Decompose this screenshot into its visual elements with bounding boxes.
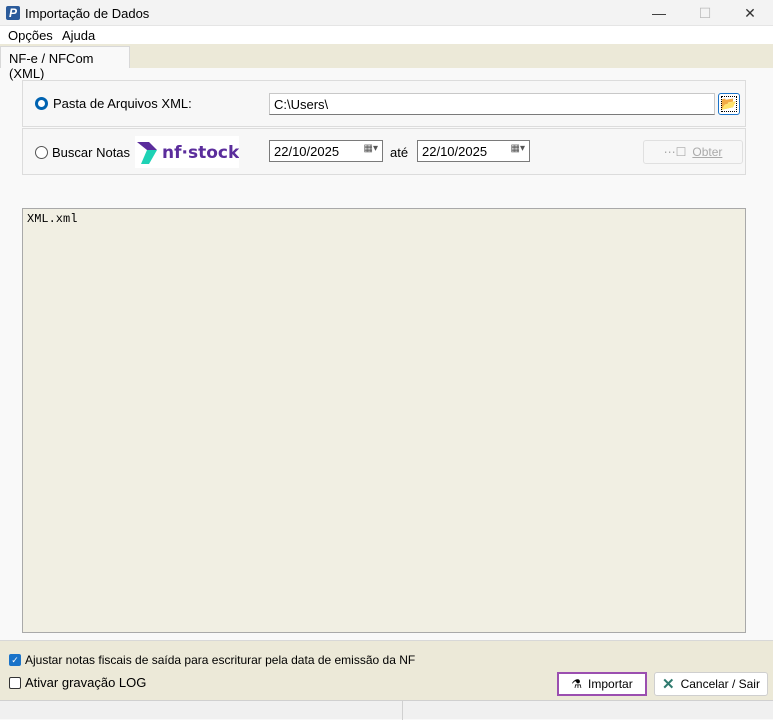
status-divider (402, 701, 403, 720)
nfstock-logo: nf·stock (135, 136, 240, 168)
date-to-value: 22/10/2025 (422, 144, 488, 159)
close-button[interactable]: ✕ (727, 0, 773, 26)
search-label: Buscar Notas (52, 145, 131, 160)
status-bar (0, 700, 773, 720)
cancel-x-icon: ✕ (662, 676, 675, 693)
folder-radio[interactable] (35, 97, 48, 110)
folder-path-input[interactable]: C:\Users\ (269, 93, 715, 115)
cancel-button[interactable]: ✕ Cancelar / Sair (654, 672, 768, 696)
calendar-dropdown-icon[interactable]: ▦▾ (511, 143, 525, 154)
bottom-panel: ✓ Ajustar notas fiscais de saída para es… (0, 640, 773, 700)
import-button[interactable]: ⚗ Importar (557, 672, 647, 696)
obter-button[interactable]: ⋯☐ Obter (643, 140, 743, 164)
title-bar: P Importação de Dados — ☐ ✕ (0, 0, 773, 26)
tab-nfe-xml[interactable]: NF-e / NFCom (XML) (0, 46, 130, 81)
date-to-picker[interactable]: 22/10/2025 ▦▾ (417, 140, 530, 162)
log-label: Ativar gravação LOG (25, 675, 147, 690)
app-icon: P (6, 6, 20, 20)
date-from-picker[interactable]: 22/10/2025 ▦▾ (269, 140, 383, 162)
minimize-button[interactable]: — (636, 0, 682, 26)
folder-label: Pasta de Arquivos XML: (53, 96, 192, 111)
search-group: Buscar Notas nf·stock 22/10/2025 ▦▾ até … (22, 128, 746, 175)
between-label: até (390, 145, 409, 160)
svg-text:nf·stock: nf·stock (162, 143, 239, 163)
window-title: Importação de Dados (25, 6, 150, 21)
log-checkbox[interactable] (9, 677, 21, 689)
adjust-label: Ajustar notas fiscais de saída para escr… (25, 653, 416, 667)
maximize-button[interactable]: ☐ (682, 0, 728, 26)
import-icon: ⚗ (571, 677, 583, 691)
obter-icon: ⋯☐ (663, 145, 687, 159)
calendar-dropdown-icon[interactable]: ▦▾ (364, 143, 378, 154)
file-list-memo[interactable]: XML.xml (22, 208, 746, 633)
menu-opcoes[interactable]: Opções (8, 28, 53, 43)
open-folder-icon[interactable]: 📂 (718, 93, 740, 115)
folder-group: Pasta de Arquivos XML: C:\Users\ 📂 (22, 80, 746, 127)
date-from-value: 22/10/2025 (274, 144, 340, 159)
adjust-checkbox[interactable]: ✓ (9, 654, 21, 666)
menu-bar: Opções Ajuda (0, 26, 773, 44)
search-radio[interactable] (35, 146, 48, 159)
menu-ajuda[interactable]: Ajuda (62, 28, 95, 43)
